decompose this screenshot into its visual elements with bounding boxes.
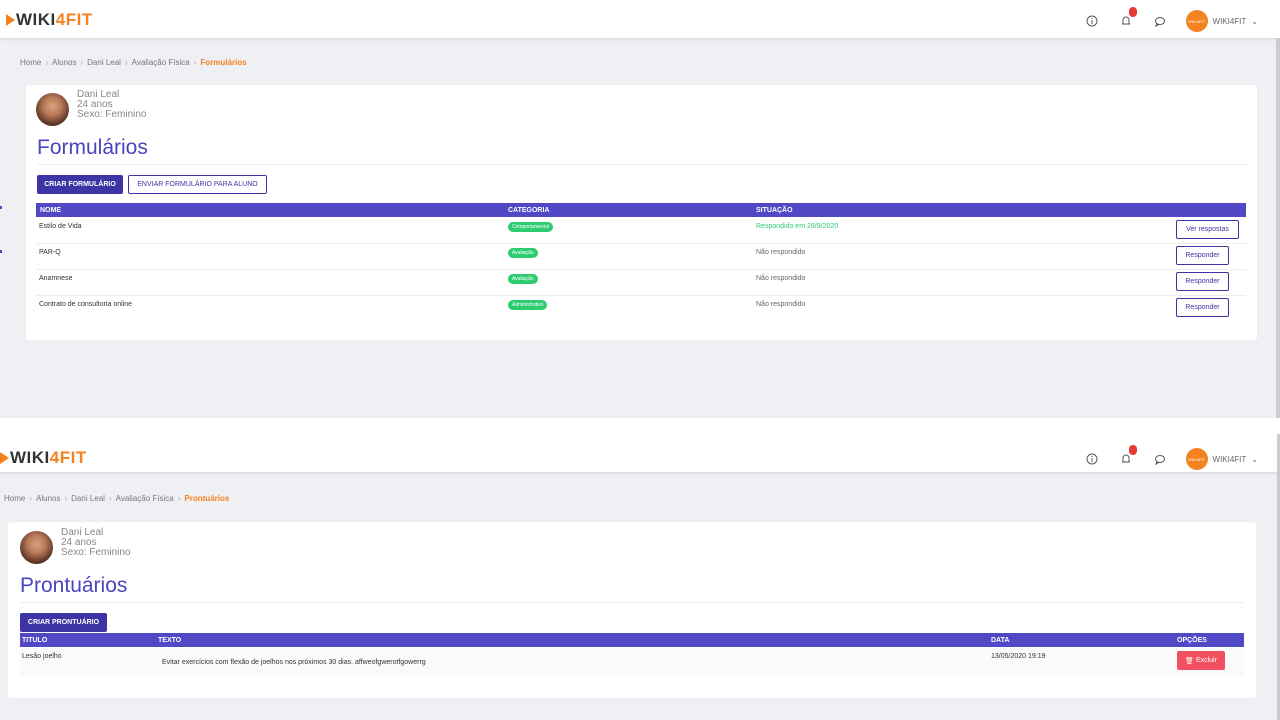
create-form-button[interactable]: CRIAR FORMULÁRIO xyxy=(37,175,123,194)
delete-button[interactable]: 🗑 Excluir xyxy=(1177,651,1225,670)
category-badge: Comportamental xyxy=(508,222,553,232)
breadcrumb: Home › Alunos › Dani Leal › Avaliação Físic… xyxy=(20,58,247,67)
student-sex: Sexo: Feminino xyxy=(77,109,147,120)
student-photo xyxy=(20,531,53,564)
bell-icon[interactable] xyxy=(1118,445,1137,467)
scrollbar[interactable] xyxy=(1276,38,1280,418)
respond-button[interactable]: Responder xyxy=(1176,272,1229,291)
breadcrumb-current: Formulários xyxy=(200,58,247,67)
record-date: 13/05/2020 19:19 xyxy=(991,653,1046,660)
table-row: Anamnese Avaliação Não respondido Respon… xyxy=(36,270,1246,296)
logo-arrow-icon xyxy=(0,452,9,464)
form-name: Contrato de consultoria online xyxy=(39,301,133,308)
send-form-button[interactable]: ENVIAR FORMULÁRIO PARA ALUNO xyxy=(128,175,267,194)
breadcrumb-student[interactable]: Dani Leal xyxy=(71,494,105,503)
user-avatar: WIKI4FIT xyxy=(1185,10,1208,32)
col-status: SITUAÇÃO xyxy=(756,207,793,214)
chat-icon[interactable] xyxy=(1152,13,1168,29)
chevron-down-icon: ⌄ xyxy=(1251,454,1258,464)
page-title: Prontuários xyxy=(20,574,128,597)
side-marker xyxy=(0,250,2,253)
forms-screen: WIKI 4FIT WIKI4FIT WIKI4FIT ⌄ Home › Aluno… xyxy=(0,0,1280,418)
table-row: Contrato de consultoria online Administr… xyxy=(36,296,1246,322)
category-badge: Avaliação xyxy=(508,248,538,258)
breadcrumb-assessment[interactable]: Avaliação Física xyxy=(132,58,190,67)
wiki4fit-logo[interactable]: WIKI 4FIT xyxy=(6,10,93,30)
bell-icon[interactable] xyxy=(1118,7,1137,29)
trash-icon: 🗑 xyxy=(1185,657,1194,665)
create-record-button[interactable]: CRIAR PRONTUÁRIO xyxy=(20,613,107,632)
records-card: Dani Leal 24 anos Sexo: Feminino Prontuá… xyxy=(8,522,1256,698)
forms-card: Dani Leal 24 anos Sexo: Feminino Formulá… xyxy=(26,85,1257,340)
notification-badge xyxy=(1128,445,1137,455)
form-status: Respondido em 28/9/2020 xyxy=(756,223,839,230)
breadcrumb: Home › Alunos › Dani Leal › Avaliação Físic… xyxy=(4,494,230,503)
col-options: OPÇÕES xyxy=(1177,637,1207,644)
category-badge: Avaliação xyxy=(508,274,538,284)
form-name: PAR-Q xyxy=(39,249,61,256)
info-icon[interactable] xyxy=(1084,13,1100,29)
wiki4fit-logo[interactable]: WIKI 4FIT xyxy=(0,448,87,468)
student-profile: Dani Leal 24 anos Sexo: Feminino xyxy=(36,90,146,126)
form-name: Estilo de Vida xyxy=(39,223,82,230)
breadcrumb-alunos[interactable]: Alunos xyxy=(36,494,60,503)
top-navbar: WIKI 4FIT WIKI4FIT WIKI4FIT ⌄ xyxy=(0,0,1280,38)
records-screen: WIKI 4FIT WIKI4FIT WIKI4FIT ⌄ Home › Aluno… xyxy=(0,434,1280,720)
breadcrumb-current: Prontuários xyxy=(184,494,230,503)
breadcrumb-home[interactable]: Home xyxy=(4,494,25,503)
view-answers-button[interactable]: Ver respostas xyxy=(1176,220,1239,239)
user-avatar: WIKI4FIT xyxy=(1185,448,1208,470)
respond-button[interactable]: Responder xyxy=(1176,246,1229,265)
user-name: WIKI4FIT xyxy=(1212,16,1247,26)
form-name: Anamnese xyxy=(39,275,73,282)
divider xyxy=(37,164,1246,165)
divider xyxy=(20,602,1244,603)
chevron-down-icon: ⌄ xyxy=(1251,16,1258,26)
breadcrumb-alunos[interactable]: Alunos xyxy=(52,58,76,67)
col-category: CATEGORIA xyxy=(508,207,550,214)
col-date: DATA xyxy=(991,637,1010,644)
side-marker xyxy=(0,206,2,209)
chat-icon[interactable] xyxy=(1152,451,1168,467)
respond-button[interactable]: Responder xyxy=(1176,298,1229,317)
student-profile: Dani Leal 24 anos Sexo: Feminino xyxy=(20,528,130,564)
form-status: Não respondido xyxy=(756,275,806,282)
top-navbar: WIKI 4FIT WIKI4FIT WIKI4FIT ⌄ xyxy=(0,434,1280,472)
col-text: TEXTO xyxy=(158,637,182,644)
forms-table-header: NOME CATEGORIA SITUAÇÃO xyxy=(36,203,1246,217)
header-actions: WIKI4FIT WIKI4FIT ⌄ xyxy=(1084,445,1258,470)
page-title: Formulários xyxy=(37,136,148,159)
screen-separator xyxy=(0,418,1280,434)
breadcrumb-student[interactable]: Dani Leal xyxy=(87,58,121,67)
table-row: Lesão joelho Evitar exercícios com flexã… xyxy=(20,648,1244,676)
breadcrumb-home[interactable]: Home xyxy=(20,58,41,67)
category-badge: Administrativo xyxy=(508,300,548,310)
records-table-header: TITULO TEXTO DATA OPÇÕES xyxy=(20,633,1244,647)
notification-badge xyxy=(1128,7,1137,17)
logo-arrow-icon xyxy=(6,14,15,26)
breadcrumb-assessment[interactable]: Avaliação Física xyxy=(116,494,174,503)
user-menu[interactable]: WIKI4FIT WIKI4FIT ⌄ xyxy=(1185,448,1258,470)
col-title: TITULO xyxy=(22,637,48,644)
info-icon[interactable] xyxy=(1084,451,1100,467)
record-title: Lesão joelho xyxy=(22,653,62,660)
user-menu[interactable]: WIKI4FIT WIKI4FIT ⌄ xyxy=(1185,10,1258,32)
user-name: WIKI4FIT xyxy=(1212,454,1247,464)
student-sex: Sexo: Feminino xyxy=(61,547,131,558)
table-row: Estilo de Vida Comportamental Respondido… xyxy=(36,218,1246,244)
table-row: PAR-Q Avaliação Não respondido Responder xyxy=(36,244,1246,270)
record-text: Evitar exercícios com flexão de joelhos … xyxy=(162,659,426,666)
header-actions: WIKI4FIT WIKI4FIT ⌄ xyxy=(1084,7,1258,32)
form-status: Não respondido xyxy=(756,249,806,256)
form-status: Não respondido xyxy=(756,301,806,308)
col-name: NOME xyxy=(40,207,61,214)
student-photo xyxy=(36,93,69,126)
